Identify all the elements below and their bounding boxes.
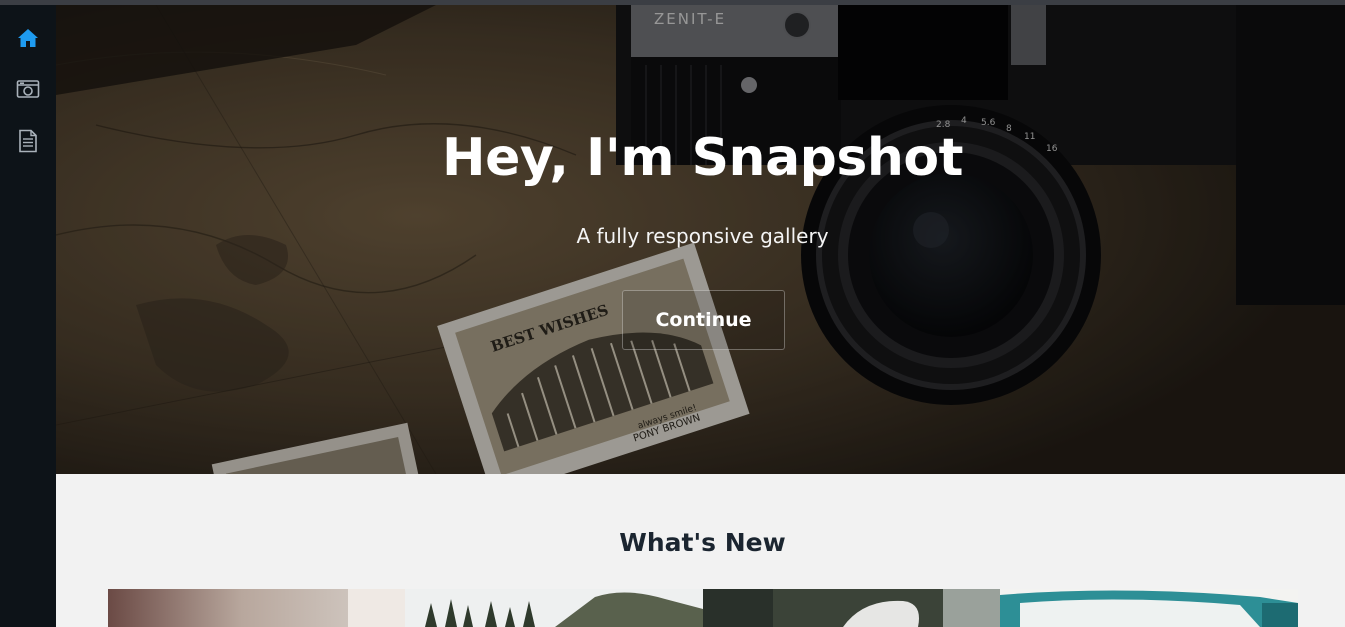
home-icon (18, 29, 38, 47)
sidebar (0, 0, 56, 627)
whats-new-heading: What's New (619, 528, 786, 557)
hero-subtitle: A fully responsive gallery (576, 224, 829, 248)
sidebar-item-home[interactable] (0, 18, 56, 58)
hero-banner: ZENIT-E 2.845.6 81116 BEST WISHES al (56, 5, 1345, 474)
gallery-thumbnail-3[interactable] (703, 589, 1000, 627)
thumbnail-image (1000, 589, 1298, 627)
thumbnail-image (108, 589, 405, 627)
continue-button[interactable]: Continue (622, 290, 785, 350)
window-top-strip (0, 0, 1345, 5)
thumbnail-image (703, 589, 1000, 627)
gallery-thumbnail-2[interactable] (405, 589, 703, 627)
gallery-thumbnail-4[interactable] (1000, 589, 1298, 627)
gallery-thumbnail-1[interactable] (108, 589, 405, 627)
hero-title: Hey, I'm Snapshot (442, 128, 963, 188)
thumbnail-image (405, 589, 703, 627)
camera-icon (16, 80, 40, 98)
sidebar-item-document[interactable] (0, 121, 56, 161)
sidebar-item-gallery[interactable] (0, 69, 56, 109)
document-icon (19, 129, 37, 153)
